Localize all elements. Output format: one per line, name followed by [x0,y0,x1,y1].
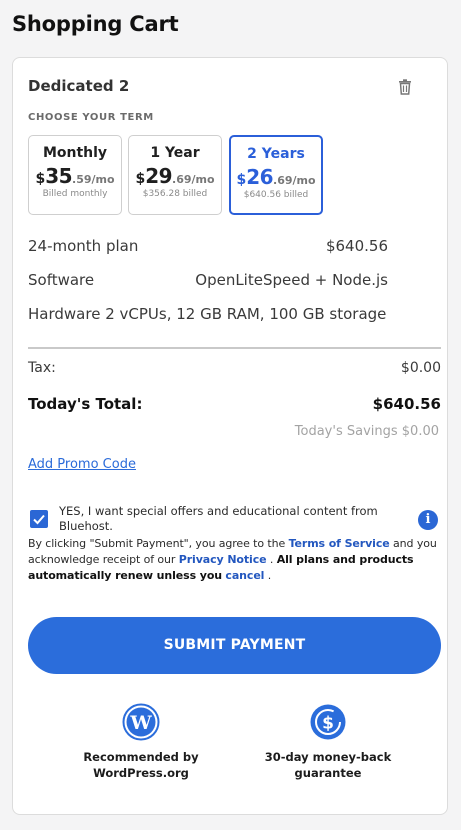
add-promo-code-link[interactable]: Add Promo Code [28,457,136,472]
term-option-1-year[interactable]: 1 Year $29.69/mo $356.28 billed [128,135,222,215]
svg-text:W: W [129,712,152,734]
total-value: $640.56 [372,395,441,413]
software-label: Software [28,271,95,289]
hardware-value: 2 vCPUs, 12 GB RAM, 100 GB storage [105,305,387,323]
optin-checkbox[interactable] [30,510,48,528]
software-value: OpenLiteSpeed + Node.js [195,271,388,289]
term-billed: $640.56 billed [243,190,309,200]
hardware-label: Hardware 2 vCPUs, 12 GB RAM, 100 GB stor… [28,305,387,323]
wordpress-badge-text: Recommended by WordPress.org [83,750,199,780]
checkmark-icon [33,514,45,525]
savings-text: Today's Savings $0.00 [294,424,439,439]
term-price: $26.69/mo [236,165,316,189]
page-title: Shopping Cart [12,12,179,36]
info-icon[interactable]: i [418,510,438,530]
money-back-badge-text: 30-day money-back guarantee [264,750,392,780]
term-billed: Billed monthly [42,189,108,199]
cancel-link[interactable]: cancel [225,569,264,582]
term-name: Monthly [42,145,108,161]
total-label: Today's Total: [28,395,143,413]
svg-text:$: $ [322,714,334,734]
term-price: $29.69/mo [135,164,215,188]
term-billed: $356.28 billed [142,189,208,199]
money-back-badge: $ 30-day money-back guarantee [248,703,408,781]
term-option-monthly[interactable]: Monthly $35.59/mo Billed monthly [28,135,122,215]
plan-name: Dedicated 2 [28,77,130,95]
term-name: 2 Years [247,146,305,162]
wordpress-badge: W Recommended by WordPress.org [61,703,221,781]
term-label: CHOOSE YOUR TERM [28,112,154,123]
submit-payment-button[interactable]: SUBMIT PAYMENT [28,617,441,674]
term-price: $35.59/mo [35,164,115,188]
tax-row: Tax: $0.00 [28,360,441,376]
money-back-icon: $ [309,703,347,741]
tax-label: Tax: [28,360,56,376]
wordpress-icon: W [122,703,160,741]
plan-duration-label: 24-month plan [28,237,139,255]
total-row: Today's Total: $640.56 [28,395,441,413]
tax-value: $0.00 [400,360,441,376]
terms-of-service-link[interactable]: Terms of Service [289,537,390,550]
term-name: 1 Year [150,145,200,161]
optin-text: YES, I want special offers and education… [59,504,378,533]
privacy-notice-link[interactable]: Privacy Notice [179,553,267,566]
trash-icon[interactable] [398,79,412,95]
divider [28,347,441,349]
legal-text: By clicking "Submit Payment", you agree … [28,537,437,582]
cart-card: Dedicated 2 CHOOSE YOUR TERM Monthly $35… [12,57,448,815]
plan-duration-value: $640.56 [325,237,388,255]
term-option-2-years[interactable]: 2 Years $26.69/mo $640.56 billed [229,135,323,215]
